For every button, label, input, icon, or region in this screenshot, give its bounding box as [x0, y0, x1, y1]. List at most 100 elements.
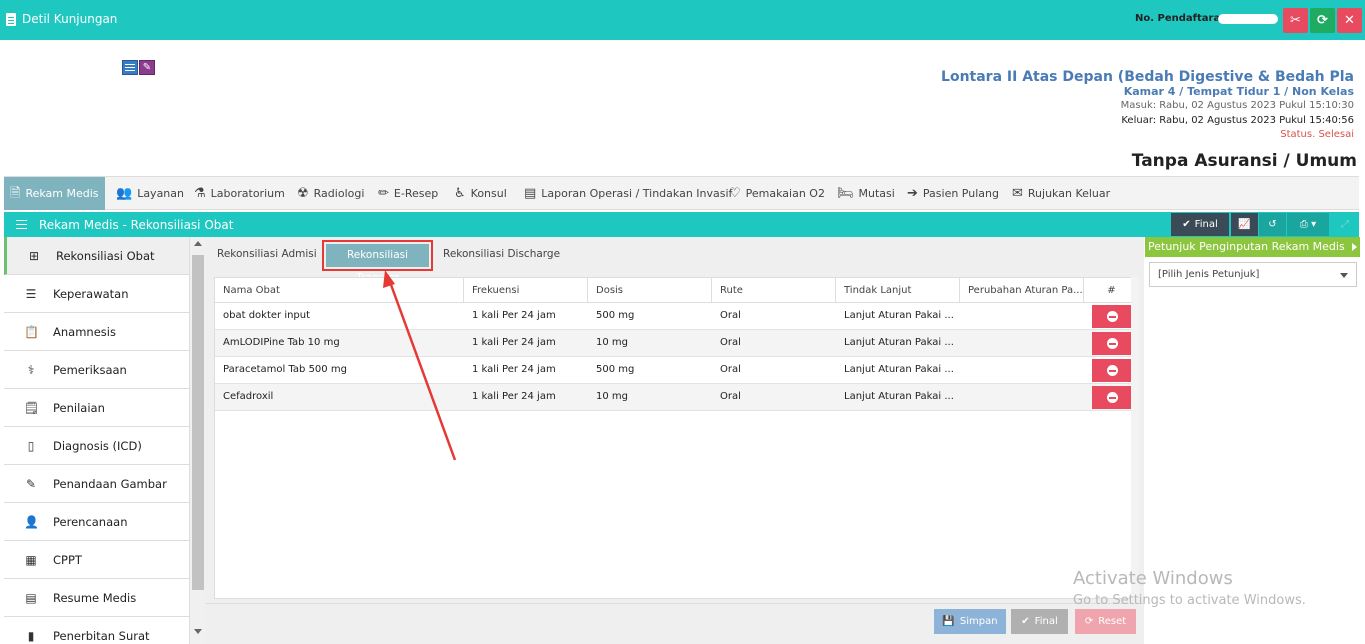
window-title: Detil Kunjungan — [6, 12, 117, 26]
subtab-rekonsiliasi-admisi[interactable]: Rekonsiliasi Admisi — [217, 248, 317, 260]
left-menu-scrollbar[interactable] — [190, 237, 206, 644]
menu-item-cppt[interactable]: ▦ CPPT — [4, 541, 189, 579]
subtab-rekonsiliasi-discharge[interactable]: Rekonsiliasi Discharge — [443, 248, 560, 260]
stethoscope-icon: ⚕ — [27, 362, 35, 377]
discharge-time: Keluar: Rabu, 02 Agustus 2023 Pukul 15:4… — [1121, 115, 1354, 126]
expand-icon: ⤢ — [1341, 219, 1349, 230]
guide-panel-header[interactable]: Petunjuk Penginputan Rekam Medis — [1145, 237, 1360, 257]
save-icon: 💾 — [942, 616, 955, 627]
scroll-up-icon[interactable] — [194, 241, 202, 246]
tab-rekam-medis[interactable]: 🗎 Rekam Medis — [4, 177, 105, 210]
tab-layanan[interactable]: 👥 Layanan — [116, 177, 184, 210]
top-bar: Detil Kunjungan No. Pendaftaran: 2 ✂ ⟳ ✕ — [0, 0, 1365, 40]
table-scrollbar[interactable] — [1131, 277, 1139, 599]
unlink-button[interactable]: ✂ — [1283, 8, 1308, 33]
wheelchair-icon: ♿ — [454, 186, 466, 201]
cell-frekuensi: 1 kali Per 24 jam — [472, 310, 556, 321]
table-row[interactable]: obat dokter input 1 kali Per 24 jam 500 … — [215, 303, 1139, 330]
print-button[interactable]: ⎙ ▾ — [1287, 213, 1329, 236]
reset-button[interactable]: ⟳ Reset — [1075, 609, 1136, 634]
envelope-icon: ✉ — [1012, 186, 1023, 201]
table-row[interactable]: AmLODIPine Tab 10 mg 1 kali Per 24 jam 1… — [215, 330, 1139, 357]
scroll-down-icon[interactable] — [194, 629, 202, 634]
menu-item-penandaan-gambar[interactable]: ✎ Penandaan Gambar — [4, 465, 189, 503]
user-plan-icon: 👤 — [24, 514, 39, 529]
document-icon — [6, 12, 16, 26]
table-row[interactable]: Paracetamol Tab 500 mg 1 kali Per 24 jam… — [215, 357, 1139, 384]
column-header[interactable]: Tindak Lanjut — [836, 278, 960, 303]
diagnosis-icon: ▯ — [27, 438, 35, 453]
minus-circle-icon — [1106, 365, 1118, 376]
menu-item-penilaian[interactable]: 🗒 Penilaian — [4, 389, 189, 427]
menu-item-keperawatan[interactable]: ☰ Keperawatan — [4, 275, 189, 313]
minus-circle-icon — [1106, 311, 1118, 322]
menu-item-penerbitan-surat[interactable]: ▮ Penerbitan Surat — [4, 617, 189, 644]
resume-icon: ▤ — [25, 590, 37, 605]
column-header[interactable]: Perubahan Aturan Pa... — [960, 278, 1084, 303]
tab-pemakaian-o2[interactable]: ♡ Pemakaian O2 — [729, 177, 825, 210]
final-button[interactable]: ✔ Final — [1171, 213, 1229, 236]
column-header[interactable]: Frekuensi — [464, 278, 588, 303]
tab-mutasi[interactable]: 🛏 Mutasi — [837, 177, 895, 210]
cppt-icon: ▦ — [25, 552, 37, 567]
section-bar: Rekam Medis - Rekonsiliasi Obat ✔ Final 📈… — [4, 212, 1359, 237]
refresh-icon: ⟳ — [1317, 13, 1328, 28]
table-header: Nama Obat Frekuensi Dosis Rute Tindak La… — [215, 278, 1139, 303]
scroll-thumb[interactable] — [192, 255, 204, 590]
cell-rute: Oral — [720, 337, 741, 348]
tab-laboratorium[interactable]: ⚗ Laboratorium — [194, 177, 285, 210]
cell-perubahan-aturan — [960, 384, 968, 410]
check-circle-icon: ✔ — [1021, 616, 1030, 627]
medkit-icon: ⊞ — [28, 248, 40, 263]
menu-item-perencanaan[interactable]: 👤 Perencanaan — [4, 503, 189, 541]
visit-status: Status. Selesai — [1280, 129, 1354, 140]
chart-button[interactable]: 📈 — [1231, 213, 1258, 236]
delete-row-button[interactable] — [1092, 305, 1132, 328]
close-button[interactable]: ✕ — [1337, 8, 1362, 33]
list-icon: ☰ — [25, 286, 37, 301]
delete-row-button[interactable] — [1092, 332, 1132, 355]
save-button[interactable]: 💾 Simpan — [934, 609, 1006, 634]
chevron-right-icon[interactable] — [1352, 243, 1357, 251]
form-footer: 💾 Simpan ✔ Final ⟳ Reset — [206, 603, 1144, 644]
list-view-icon[interactable] — [122, 60, 138, 75]
edit-icon: ✎ — [25, 476, 37, 491]
final-footer-button[interactable]: ✔ Final — [1011, 609, 1068, 634]
delete-row-button[interactable] — [1092, 359, 1132, 382]
flask-icon: ⚗ — [194, 186, 206, 201]
menu-item-anamnesis[interactable]: 📋 Anamnesis — [4, 313, 189, 351]
tab-pasien-pulang[interactable]: ➔ Pasien Pulang — [907, 177, 999, 210]
heart-icon: ♡ — [729, 186, 741, 201]
column-header[interactable]: Nama Obat — [215, 278, 464, 303]
windows-watermark-title: Activate Windows — [1073, 568, 1233, 589]
menu-item-diagnosis[interactable]: ▯ Diagnosis (ICD) — [4, 427, 189, 465]
menu-icon[interactable] — [16, 220, 27, 221]
subtab-rekonsiliasi-transfer-label: Rekonsiliasi Transfer — [326, 244, 429, 284]
bed-icon: 🛏 — [837, 186, 854, 201]
tab-radiologi[interactable]: ☢ Radiologi — [297, 177, 364, 210]
menu-item-pemeriksaan[interactable]: ⚕ Pemeriksaan — [4, 351, 189, 389]
guide-type-select[interactable]: [Pilih Jenis Petunjuk] — [1149, 262, 1357, 287]
tab-konsul[interactable]: ♿ Konsul — [454, 177, 507, 210]
table-row[interactable]: Cefadroxil 1 kali Per 24 jam 10 mg Oral … — [215, 384, 1139, 411]
tab-e-resep[interactable]: ✏ E-Resep — [378, 177, 438, 210]
tab-laporan-operasi[interactable]: ▤ Laporan Operasi / Tindakan Invasif — [524, 177, 732, 210]
tab-rujukan-keluar[interactable]: ✉ Rujukan Keluar — [1012, 177, 1110, 210]
delete-row-button[interactable] — [1092, 386, 1132, 409]
subtab-rekonsiliasi-transfer[interactable]: Rekonsiliasi Transfer — [322, 240, 433, 284]
menu-item-rekonsiliasi-obat[interactable]: ⊞ Rekonsiliasi Obat — [4, 237, 189, 275]
medication-table: Nama Obat Frekuensi Dosis Rute Tindak La… — [214, 277, 1139, 599]
cell-perubahan-aturan — [960, 357, 968, 383]
section-title: Rekam Medis - Rekonsiliasi Obat — [39, 218, 234, 232]
expand-button[interactable]: ⤢ — [1331, 213, 1359, 236]
history-button[interactable]: ↺ — [1259, 213, 1286, 236]
menu-item-resume-medis[interactable]: ▤ Resume Medis — [4, 579, 189, 617]
cell-perubahan-aturan — [960, 303, 968, 329]
reset-icon: ⟳ — [1084, 616, 1094, 627]
column-header[interactable]: Rute — [712, 278, 836, 303]
column-header[interactable]: Dosis — [588, 278, 712, 303]
edit-icon[interactable]: ✎ — [139, 60, 155, 75]
refresh-button[interactable]: ⟳ — [1310, 8, 1335, 33]
cell-nama-obat: Paracetamol Tab 500 mg — [223, 364, 347, 375]
header-tools: ✎ — [122, 60, 155, 75]
